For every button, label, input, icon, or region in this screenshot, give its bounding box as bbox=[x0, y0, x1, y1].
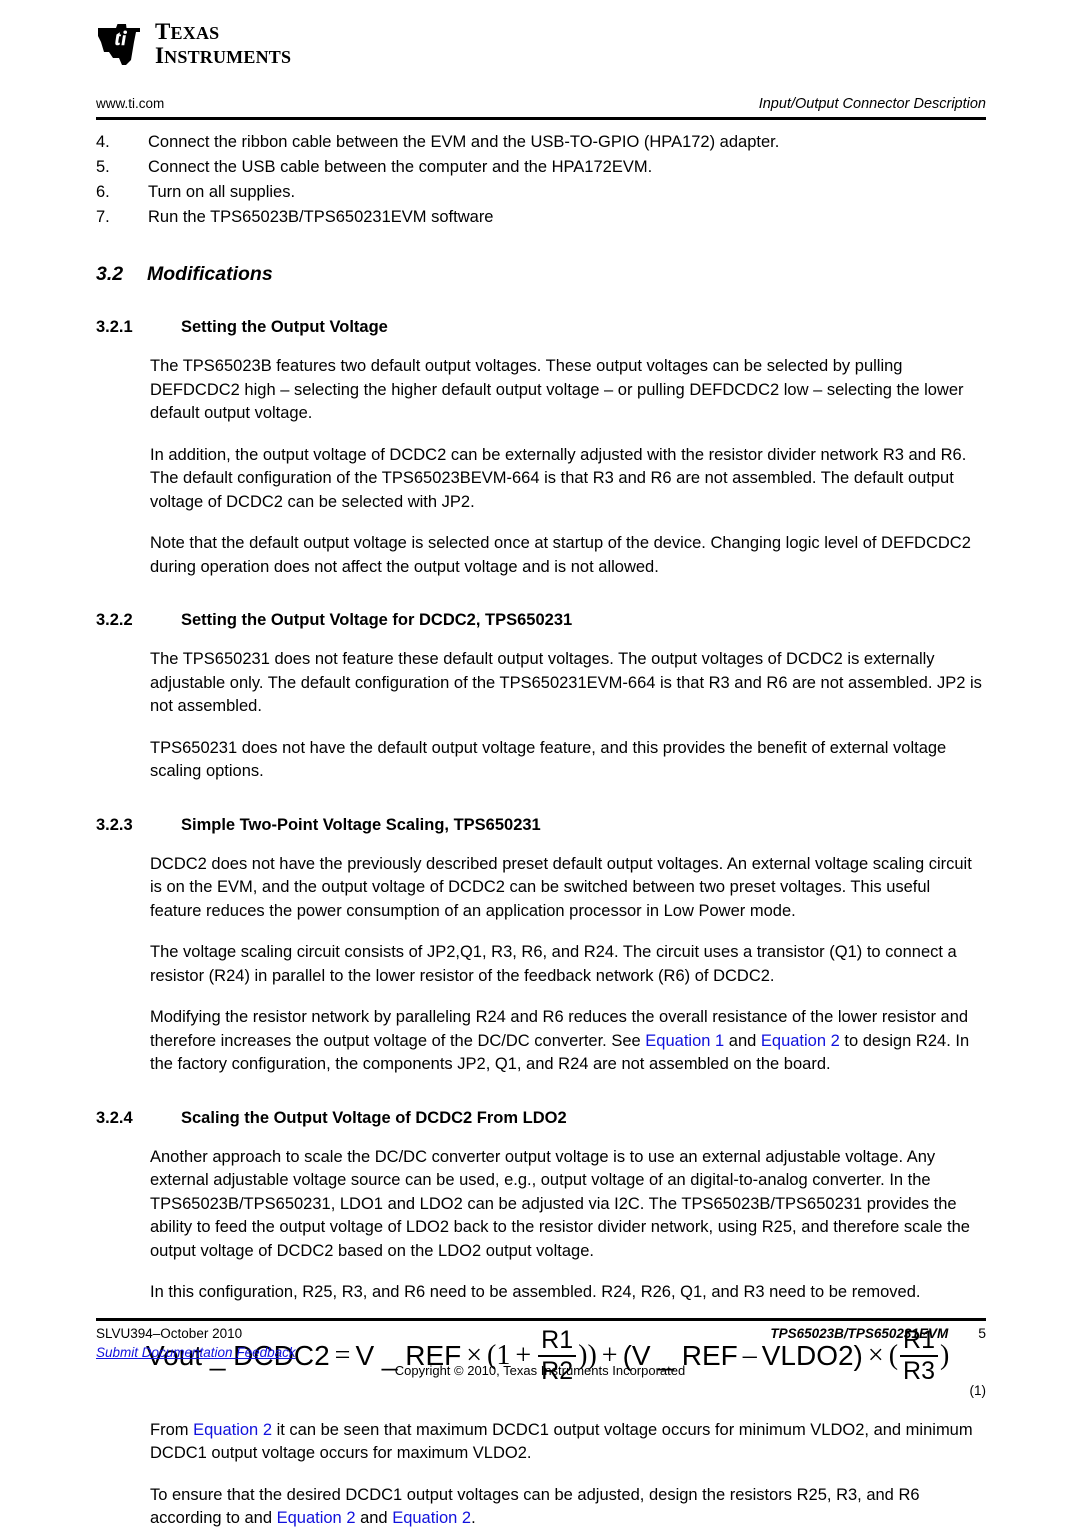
subsection-number: 3.2.1 bbox=[96, 318, 133, 336]
footer-copyright: Copyright © 2010, Texas Instruments Inco… bbox=[394, 1363, 686, 1378]
subsection-heading-3-2-3: 3.2.3 Simple Two-Point Voltage Scaling, T… bbox=[96, 816, 986, 835]
paragraph-with-links: To ensure that the desired DCDC1 output … bbox=[150, 1484, 986, 1531]
paragraph-text: To ensure that the desired DCDC1 output … bbox=[150, 1485, 920, 1528]
subsection-heading-3-2-2: 3.2.2 Setting the Output Voltage for DCDC… bbox=[96, 611, 986, 630]
list-item: 6. Turn on all supplies. bbox=[96, 180, 986, 205]
paragraph: The voltage scaling circuit consists of … bbox=[150, 943, 957, 985]
page-header: www.ti.com Input/Output Connector Descri… bbox=[96, 96, 986, 112]
paragraph: The TPS65023B features two default outpu… bbox=[150, 357, 964, 422]
setup-steps-list: 4. Connect the ribbon cable between the E… bbox=[96, 130, 986, 230]
subsection-number: 3.2.2 bbox=[96, 611, 133, 629]
ti-logo-wordmark: TEXAS INSTRUMENTS bbox=[155, 20, 291, 67]
subsection-number: 3.2.4 bbox=[96, 1108, 133, 1127]
logo-word-instruments: INSTRUMENTS bbox=[155, 43, 292, 68]
page-footer: SLVU394–October 2010 TPS65023B/TPS650231… bbox=[96, 1325, 986, 1341]
logo-word-texas: TEXAS bbox=[155, 19, 220, 44]
submit-documentation-feedback-link[interactable]: Submit Documentation Feedback bbox=[96, 1345, 296, 1360]
equation-1-link[interactable]: Equation 1 bbox=[645, 1032, 724, 1050]
document-page: TEXAS INSTRUMENTS www.ti.com Input/Outpu… bbox=[0, 0, 1080, 1527]
equation-number: (1) bbox=[969, 1382, 987, 1398]
paragraph-with-links: Modifying the resistor network by parall… bbox=[150, 1006, 986, 1077]
header-section-title: Input/Output Connector Description bbox=[758, 96, 986, 112]
list-item: 7. Run the TPS65023B/TPS650231EVM softwar… bbox=[96, 205, 986, 230]
section-number: 3.2 bbox=[96, 263, 124, 285]
paragraph-text: From bbox=[150, 1420, 194, 1439]
paragraph-text: it can be seen that maximum DCDC1 output… bbox=[150, 1420, 973, 1463]
paragraph-text: and bbox=[355, 1509, 393, 1527]
footer-divider bbox=[96, 1318, 986, 1321]
list-item: 4. Connect the ribbon cable between the E… bbox=[96, 130, 986, 155]
subsection-number: 3.2.3 bbox=[96, 815, 133, 834]
header-url[interactable]: www.ti.com bbox=[96, 96, 164, 111]
paragraph: TPS650231 does not have the default outp… bbox=[150, 738, 947, 781]
footer-page-number: 5 bbox=[978, 1325, 986, 1341]
subsection-title: Setting the Output Voltage bbox=[181, 318, 388, 336]
paragraph-text: . bbox=[471, 1509, 476, 1527]
section-title: Modifications bbox=[147, 263, 273, 285]
subsection-heading-3-2-4: 3.2.4 Scaling the Output Voltage of DCDC2… bbox=[96, 1109, 986, 1128]
equation-2-link[interactable]: Equation 2 bbox=[193, 1421, 272, 1439]
footer-doc-id: SLVU394–October 2010 bbox=[96, 1326, 243, 1341]
paragraph: Another approach to scale the DC/DC conv… bbox=[150, 1147, 970, 1260]
paragraph: DCDC2 does not have the previously descr… bbox=[150, 854, 972, 920]
paragraph: In this configuration, R25, R3, and R6 n… bbox=[150, 1283, 921, 1301]
section-heading-3-2: 3.2 Modifications bbox=[96, 263, 986, 286]
subsection-title: Simple Two-Point Voltage Scaling, TPS650… bbox=[181, 815, 541, 834]
subsection-heading-3-2-1: 3.2.1 Setting the Output Voltage bbox=[96, 318, 986, 337]
list-item-text: Turn on all supplies. bbox=[148, 183, 296, 201]
paragraph: Note that the default output voltage is … bbox=[150, 534, 971, 576]
list-item-number: 7. bbox=[96, 208, 110, 226]
footer-right-group: TPS65023B/TPS650231EVM 5 bbox=[770, 1325, 986, 1341]
subsection-title: Setting the Output Voltage for DCDC2, TP… bbox=[181, 611, 573, 629]
list-item-number: 5. bbox=[96, 158, 110, 176]
list-item-text: Connect the ribbon cable between the EVM… bbox=[148, 133, 780, 151]
list-item-text: Connect the USB cable between the comput… bbox=[148, 158, 653, 176]
paragraph-text: and bbox=[724, 1031, 761, 1050]
list-item-number: 4. bbox=[96, 133, 110, 151]
footer-device-name: TPS65023B/TPS650231EVM bbox=[770, 1326, 949, 1341]
paragraph: In addition, the output voltage of DCDC2… bbox=[150, 445, 967, 511]
equation-2-link[interactable]: Equation 2 bbox=[392, 1509, 471, 1527]
equation-2-link[interactable]: Equation 2 bbox=[761, 1032, 840, 1050]
ti-logo: TEXAS INSTRUMENTS bbox=[96, 20, 291, 67]
paragraph: The TPS650231 does not feature these def… bbox=[150, 650, 982, 715]
paragraph-with-links: From Equation 2 it can be seen that maxi… bbox=[150, 1419, 986, 1466]
list-item: 5. Connect the USB cable between the comp… bbox=[96, 155, 986, 180]
list-item-number: 6. bbox=[96, 183, 110, 201]
subsection-title: Scaling the Output Voltage of DCDC2 From… bbox=[181, 1108, 567, 1127]
texas-instruments-logo-icon bbox=[98, 23, 140, 65]
equation-2-link[interactable]: Equation 2 bbox=[277, 1509, 356, 1527]
header-divider bbox=[96, 117, 986, 120]
list-item-text: Run the TPS65023B/TPS650231EVM software bbox=[148, 208, 494, 226]
